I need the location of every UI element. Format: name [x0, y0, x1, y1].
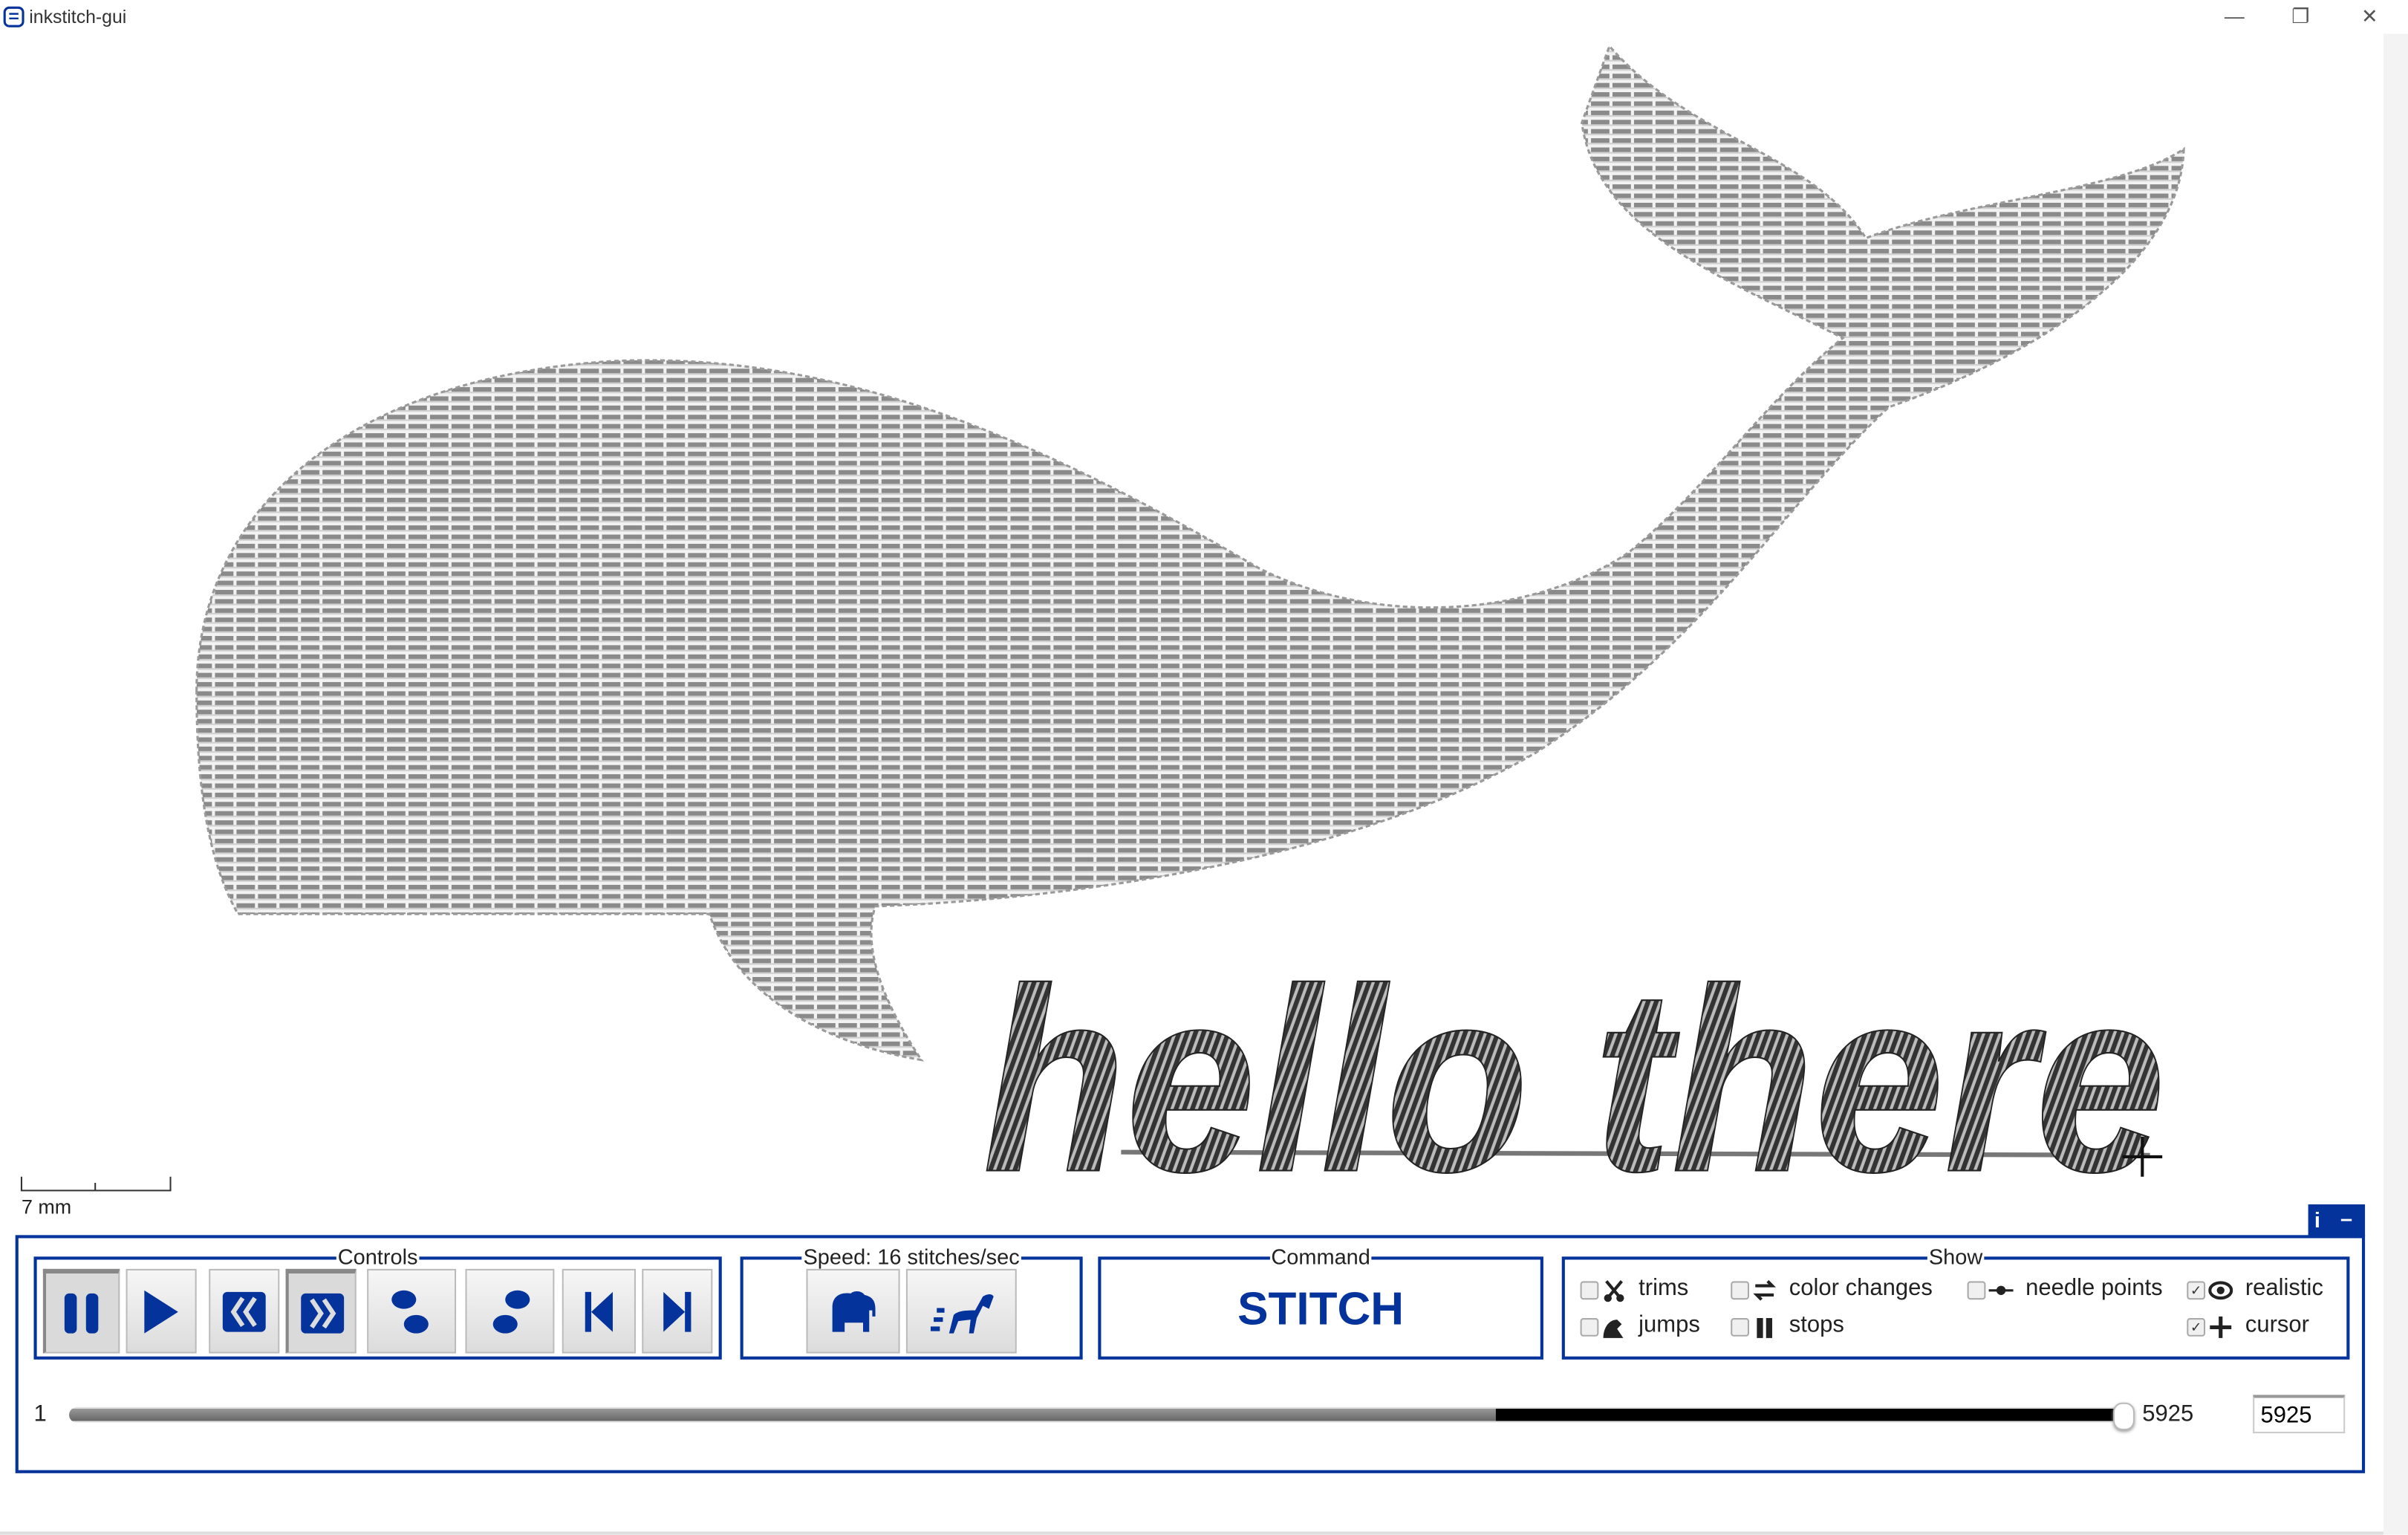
forward-button[interactable]: [285, 1268, 357, 1354]
show-cursor-checkbox[interactable]: ✓: [2187, 1318, 2206, 1337]
frog-icon: [1603, 1320, 1624, 1338]
hello-there-embroidery: hello there: [983, 935, 2165, 1201]
control-panel: Controls Speed: 16 stitches/sec Command …: [15, 1235, 2366, 1473]
show-option-label: cursor: [2245, 1311, 2310, 1338]
slower-button[interactable]: [806, 1268, 900, 1354]
fast-forward-icon: [300, 1292, 344, 1333]
show-option-label: stops: [1789, 1311, 1844, 1338]
slider-fill-color1: [69, 1408, 1497, 1421]
scale-bar-text: 7 mm: [21, 1195, 72, 1218]
restore-button[interactable]: ❐: [2277, 3, 2323, 30]
inkstitch-simulator-window: inkstitch-gui — ❐ ✕ hello there 7 mm 7 m…: [0, 0, 2408, 1535]
info-tab: i –: [2308, 1204, 2366, 1237]
command-value: STITCH: [1237, 1284, 1405, 1335]
slider-max-label: 5925: [2142, 1401, 2194, 1427]
play-button[interactable]: [126, 1268, 197, 1354]
skip-to-start-icon: [585, 1291, 613, 1331]
speed-group: Speed: 16 stitches/sec: [740, 1244, 1083, 1360]
footsteps-back-icon: [391, 1289, 429, 1333]
step-forward-button[interactable]: [465, 1268, 555, 1354]
reverse-button[interactable]: [209, 1268, 280, 1354]
show-trims-checkbox[interactable]: [1580, 1281, 1599, 1300]
show-option-label: color changes: [1789, 1275, 1933, 1302]
last-stitch-button[interactable]: [642, 1268, 713, 1354]
command-label: Command: [1269, 1244, 1372, 1269]
needle-point-icon: [1988, 1285, 2014, 1295]
title-bar: inkstitch-gui — ❐ ✕: [0, 0, 2408, 34]
show-group: Show trims color changes needle points ✓ …: [1561, 1244, 2350, 1360]
app-icon: [3, 6, 25, 27]
slider-thumb[interactable]: [2113, 1402, 2135, 1430]
pause-icon: [63, 1292, 98, 1333]
show-option-label: trims: [1639, 1275, 1689, 1302]
skip-to-end-icon: [663, 1291, 692, 1331]
faster-button[interactable]: [905, 1268, 1017, 1354]
stop-bars-icon: [1757, 1318, 1773, 1338]
show-needle-points-checkbox[interactable]: [1967, 1281, 1986, 1300]
play-icon: [144, 1289, 178, 1333]
info-button[interactable]: i: [2314, 1207, 2320, 1232]
whale-embroidery: [195, 44, 2185, 1062]
first-stitch-button[interactable]: [562, 1268, 636, 1354]
footsteps-forward-icon: [492, 1289, 530, 1333]
show-option-label: realistic: [2245, 1275, 2323, 1302]
swap-arrows-icon: [1753, 1279, 1777, 1301]
show-label: Show: [1927, 1244, 1985, 1269]
show-jumps-checkbox[interactable]: [1580, 1318, 1599, 1337]
controls-label: Controls: [336, 1244, 420, 1269]
controls-group: Controls: [33, 1244, 722, 1360]
vertical-scrollbar[interactable]: [2383, 33, 2408, 1535]
embroidery-canvas[interactable]: hello there 7 mm: [0, 33, 2383, 1201]
pause-button[interactable]: [42, 1268, 120, 1354]
rewind-icon: [222, 1291, 266, 1331]
plus-icon: [2210, 1316, 2232, 1338]
elephant-icon: [831, 1291, 875, 1331]
step-backward-button[interactable]: [367, 1268, 457, 1354]
close-button[interactable]: ✕: [2346, 3, 2392, 30]
minimize-button[interactable]: —: [2211, 3, 2257, 30]
running-horse-icon: [930, 1293, 994, 1333]
stitch-number-input[interactable]: [2253, 1395, 2346, 1434]
eye-icon: [2208, 1281, 2233, 1300]
show-option-label: needle points: [2025, 1275, 2163, 1302]
window-title: inkstitch-gui: [29, 6, 127, 28]
show-stops-checkbox[interactable]: [1731, 1318, 1749, 1337]
slider-fill-color2: [1496, 1408, 2123, 1421]
scissors-icon: [1604, 1280, 1624, 1302]
show-option-label: jumps: [1639, 1311, 1700, 1338]
show-color-changes-checkbox[interactable]: [1731, 1281, 1749, 1300]
show-realistic-checkbox[interactable]: ✓: [2187, 1281, 2206, 1300]
bottom-border: [0, 1531, 2383, 1535]
collapse-button[interactable]: –: [2340, 1206, 2352, 1230]
speed-label: Speed: 16 stitches/sec: [801, 1244, 1021, 1269]
scale-bar: [20, 1176, 172, 1192]
command-group: Command STITCH: [1098, 1244, 1543, 1360]
slider-min-label: 1: [33, 1401, 47, 1427]
stitch-slider[interactable]: [69, 1406, 2123, 1423]
